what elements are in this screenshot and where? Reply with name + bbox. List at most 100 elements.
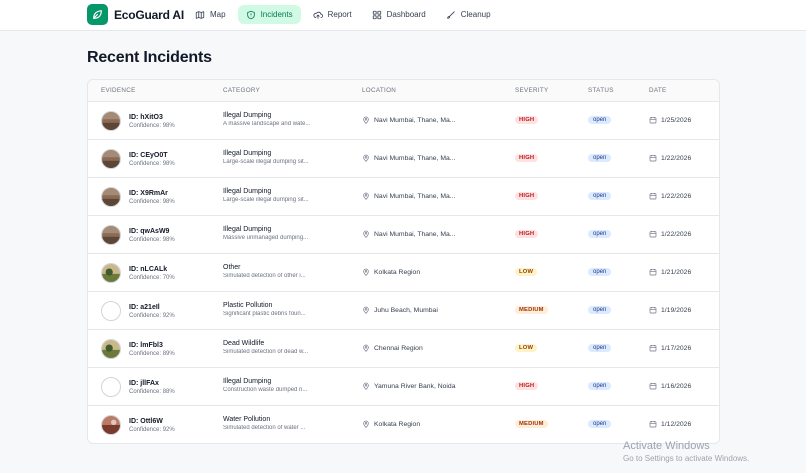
category-description: Simulated detection of other i...: [223, 273, 306, 279]
evidence-cell: ID: CEyO0T Confidence: 98%: [101, 149, 175, 169]
location-text: Yamuna River Bank, Noida: [374, 382, 456, 390]
confidence: Confidence: 70%: [129, 274, 175, 281]
status-badge: open: [588, 306, 612, 314]
category-cell: Illegal Dumping A massive landscape and w…: [223, 112, 333, 127]
status-badge: open: [588, 420, 612, 428]
evidence-thumbnail[interactable]: [101, 377, 121, 397]
incidents-table: Evidence Category Location Severity Stat…: [87, 79, 720, 444]
date-cell: 1/17/2026: [649, 344, 691, 352]
location-cell: Navi Mumbai, Thane, Ma...: [362, 230, 455, 238]
confidence: Confidence: 89%: [129, 350, 175, 357]
nav-report-label: Report: [327, 10, 352, 19]
evidence-thumbnail[interactable]: [101, 111, 121, 131]
brand-name: EcoGuard AI: [114, 7, 185, 22]
nav-cleanup-label: Cleanup: [460, 10, 491, 19]
date-text: 1/21/2026: [661, 268, 692, 276]
shield-icon: [246, 10, 255, 19]
calendar-icon: [649, 382, 657, 390]
category-description: A massive landscape and wate...: [223, 121, 311, 127]
table-row[interactable]: ID: jllFAx Confidence: 88% Illegal Dumping…: [88, 368, 719, 406]
evidence-thumbnail[interactable]: [101, 415, 121, 435]
evidence-thumbnail[interactable]: [101, 339, 121, 359]
status-badge: open: [588, 268, 612, 276]
table-row[interactable]: ID: CEyO0T Confidence: 98% Illegal Dumping…: [88, 140, 719, 178]
category-description: Large-scale illegal dumping sit...: [223, 197, 309, 203]
date-text: 1/22/2026: [661, 192, 692, 200]
category-title: Plastic Pollution: [223, 302, 273, 309]
evidence-thumbnail[interactable]: [101, 301, 121, 321]
evidence-cell: ID: qwAsW9 Confidence: 98%: [101, 225, 175, 245]
confidence: Confidence: 88%: [129, 388, 175, 395]
incident-id: ID: lmFbl3: [129, 341, 163, 349]
grid-icon: [372, 10, 381, 19]
calendar-icon: [649, 192, 657, 200]
nav-cleanup[interactable]: Cleanup: [438, 5, 499, 24]
map-pin-icon: [362, 230, 370, 238]
nav-incidents[interactable]: Incidents: [237, 5, 301, 24]
incident-id: ID: a21eIl: [129, 303, 160, 311]
category-description: Large-scale illegal dumping sit...: [223, 159, 309, 165]
category-title: Illegal Dumping: [223, 226, 272, 233]
brand[interactable]: EcoGuard AI: [87, 4, 184, 25]
category-description: Simulated detection of water ...: [223, 425, 306, 431]
table-row[interactable]: ID: a21eIl Confidence: 92% Plastic Polluti…: [88, 292, 719, 330]
category-cell: Plastic Pollution Significant plastic deb…: [223, 302, 333, 317]
location-text: Juhu Beach, Mumbai: [374, 306, 438, 314]
location-cell: Juhu Beach, Mumbai: [362, 306, 438, 314]
main-nav: Map Incidents Report Dashboard Cleanup: [187, 5, 499, 24]
status-badge: open: [588, 382, 612, 390]
evidence-cell: ID: a21eIl Confidence: 92%: [101, 301, 175, 321]
severity-badge: HIGH: [515, 192, 539, 200]
evidence-thumbnail[interactable]: [101, 187, 121, 207]
table-row[interactable]: ID: nLCALk Confidence: 70% Other Simulated …: [88, 254, 719, 292]
category-description: Simulated detection of dead w...: [223, 349, 309, 355]
location-text: Kolkata Region: [374, 420, 421, 428]
calendar-icon: [649, 344, 657, 352]
date-text: 1/17/2026: [661, 344, 692, 352]
confidence: Confidence: 98%: [129, 122, 175, 129]
nav-incidents-label: Incidents: [260, 10, 293, 19]
category-cell: Other Simulated detection of other i...: [223, 264, 333, 279]
table-row[interactable]: ID: lmFbl3 Confidence: 89% Dead Wildlife Si…: [88, 330, 719, 368]
watermark-subtitle: Go to Settings to activate Windows.: [623, 454, 750, 463]
calendar-icon: [649, 420, 657, 428]
table-row[interactable]: ID: qwAsW9 Confidence: 98% Illegal Dumping…: [88, 216, 719, 254]
table-row[interactable]: ID: Ottl6W Confidence: 92% Water Pollution…: [88, 406, 719, 443]
table-row[interactable]: ID: X9RmAr Confidence: 98% Illegal Dumping…: [88, 178, 719, 216]
confidence: Confidence: 98%: [129, 160, 175, 167]
incident-id: ID: X9RmAr: [129, 189, 168, 197]
windows-activation-watermark: Activate Windows Go to Settings to activ…: [623, 440, 749, 463]
severity-badge: HIGH: [515, 382, 539, 390]
severity-badge: LOW: [515, 268, 538, 276]
evidence-thumbnail[interactable]: [101, 149, 121, 169]
location-cell: Kolkata Region: [362, 420, 420, 428]
location-cell: Chennai Region: [362, 344, 423, 352]
severity-badge: HIGH: [515, 116, 539, 124]
category-cell: Water Pollution Simulated detection of wa…: [223, 416, 333, 431]
upload-cloud-icon: [313, 11, 323, 19]
category-title: Illegal Dumping: [223, 378, 272, 385]
table-row[interactable]: ID: hXitO3 Confidence: 98% Illegal Dumping…: [88, 102, 719, 140]
table-body: ID: hXitO3 Confidence: 98% Illegal Dumping…: [88, 102, 719, 443]
location-cell: Navi Mumbai, Thane, Ma...: [362, 154, 455, 162]
evidence-thumbnail[interactable]: [101, 225, 121, 245]
incident-id: ID: Ottl6W: [129, 417, 163, 425]
location-cell: Navi Mumbai, Thane, Ma...: [362, 116, 455, 124]
category-cell: Dead Wildlife Simulated detection of dead…: [223, 340, 333, 355]
nav-dashboard-label: Dashboard: [386, 10, 426, 19]
status-badge: open: [588, 230, 612, 238]
location-text: Kolkata Region: [374, 268, 421, 276]
nav-report[interactable]: Report: [305, 5, 360, 24]
location-text: Navi Mumbai, Thane, Ma...: [374, 230, 456, 238]
map-pin-icon: [362, 268, 370, 276]
date-text: 1/22/2026: [661, 230, 692, 238]
watermark-title: Activate Windows: [623, 440, 710, 452]
nav-map-label: Map: [210, 10, 226, 19]
category-cell: Illegal Dumping Large-scale illegal dumpi…: [223, 188, 333, 203]
header-category: Category: [223, 87, 261, 94]
evidence-thumbnail[interactable]: [101, 263, 121, 283]
nav-dashboard[interactable]: Dashboard: [364, 5, 434, 24]
category-description: Massive unmanaged dumping...: [223, 235, 309, 241]
nav-map[interactable]: Map: [187, 5, 234, 24]
location-cell: Yamuna River Bank, Noida: [362, 382, 455, 390]
